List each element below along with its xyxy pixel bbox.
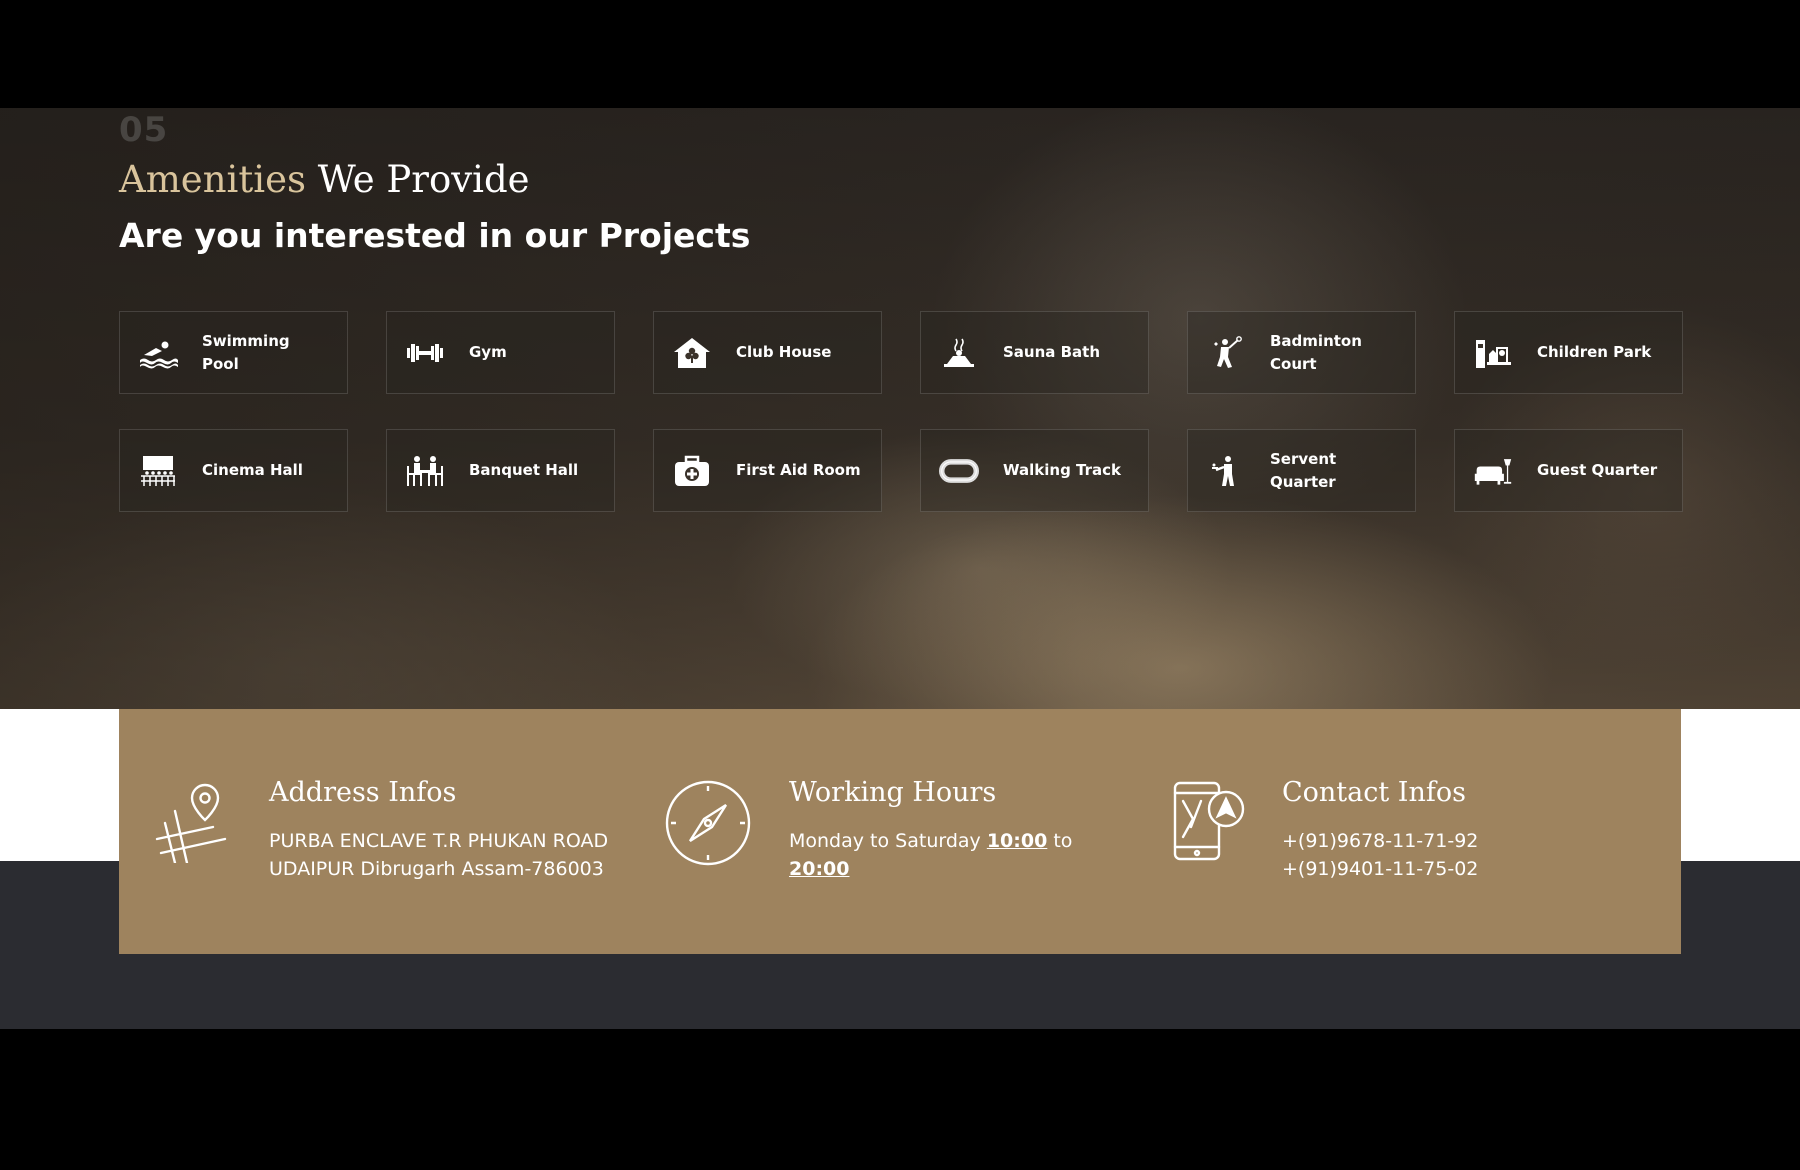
amenity-label: Guest Quarter — [1537, 461, 1658, 479]
amenity-label: Sauna Bath — [1003, 343, 1101, 361]
section-heading: Amenities We Provide — [119, 158, 530, 201]
section-subheading: Are you interested in our Projects — [119, 216, 751, 255]
map-pin-icon — [153, 779, 233, 867]
phone-link-1[interactable]: +(91)9678-11-71-92 — [1282, 827, 1478, 855]
hours-prefix: Monday to Saturday — [789, 830, 987, 852]
dumbbell-icon — [403, 335, 447, 371]
walking-track-icon — [937, 453, 981, 489]
club-house-icon — [670, 335, 714, 371]
amenity-label: Badminton Court — [1270, 331, 1362, 373]
section-number: 05 — [119, 110, 169, 150]
amenity-label: Cinema Hall — [202, 461, 303, 479]
heading-rest: We Provide — [305, 158, 530, 201]
heading-accent: Amenities — [119, 158, 306, 201]
hours-close: 20:00 — [789, 858, 850, 880]
amenity-card-walking-track[interactable]: Walking Track — [920, 429, 1149, 512]
contact-title: Contact Infos — [1282, 777, 1466, 808]
first-aid-icon — [670, 453, 714, 489]
amenity-card-first-aid-room[interactable]: First Aid Room — [653, 429, 882, 512]
amenity-label: First Aid Room — [736, 461, 861, 479]
amenity-card-club-house[interactable]: Club House — [653, 311, 882, 394]
amenity-card-swimming-pool[interactable]: Swimming Pool — [119, 311, 348, 394]
sauna-icon — [937, 335, 981, 371]
amenity-label: Swimming Pool — [202, 331, 290, 373]
amenity-card-sauna-bath[interactable]: Sauna Bath — [920, 311, 1149, 394]
contact-text: +(91)9678-11-71-92 +(91)9401-11-75-02 — [1282, 827, 1478, 883]
amenity-card-banquet-hall[interactable]: Banquet Hall — [386, 429, 615, 512]
swimming-icon — [136, 335, 180, 371]
amenity-label: Children Park — [1537, 343, 1652, 361]
hours-open: 10:00 — [986, 830, 1048, 852]
address-line-2: UDAIPUR Dibrugarh Assam-786003 — [269, 858, 604, 880]
amenity-card-children-park[interactable]: Children Park — [1454, 311, 1683, 394]
hours-mid: to — [1047, 830, 1073, 852]
amenity-label: Servent Quarter — [1270, 449, 1337, 491]
amenities-section: 05 Amenities We Provide Are you interest… — [0, 108, 1800, 709]
hours-text: Monday to Saturday 10:00 to 20:00 — [789, 827, 1072, 883]
amenity-card-guest-quarter[interactable]: Guest Quarter — [1454, 429, 1683, 512]
amenity-card-gym[interactable]: Gym — [386, 311, 615, 394]
phone-location-icon — [1171, 779, 1247, 867]
cinema-icon — [136, 453, 180, 489]
amenity-card-badminton-court[interactable]: Badminton Court — [1187, 311, 1416, 394]
address-line-1: PURBA ENCLAVE T.R PHUKAN ROAD — [269, 830, 609, 852]
banquet-icon — [403, 453, 447, 489]
amenity-label: Club House — [736, 343, 832, 361]
guest-sofa-icon — [1471, 453, 1515, 489]
badminton-icon — [1204, 335, 1248, 371]
servant-icon — [1204, 453, 1248, 489]
hours-title: Working Hours — [789, 777, 997, 808]
amenity-label: Gym — [469, 343, 507, 361]
amenities-grid: Swimming Pool Gym Club House Sauna Bath … — [119, 311, 1683, 512]
address-text: PURBA ENCLAVE T.R PHUKAN ROAD UDAIPUR Di… — [269, 827, 608, 883]
address-title: Address Infos — [269, 777, 457, 808]
info-band: Address Infos PURBA ENCLAVE T.R PHUKAN R… — [119, 709, 1681, 954]
amenity-card-servent-quarter[interactable]: Servent Quarter — [1187, 429, 1416, 512]
amenity-label: Walking Track — [1003, 461, 1122, 479]
compass-icon — [664, 779, 752, 871]
phone-link-2[interactable]: +(91)9401-11-75-02 — [1282, 855, 1478, 883]
children-park-icon — [1471, 335, 1515, 371]
amenity-label: Banquet Hall — [469, 461, 579, 479]
amenity-card-cinema-hall[interactable]: Cinema Hall — [119, 429, 348, 512]
